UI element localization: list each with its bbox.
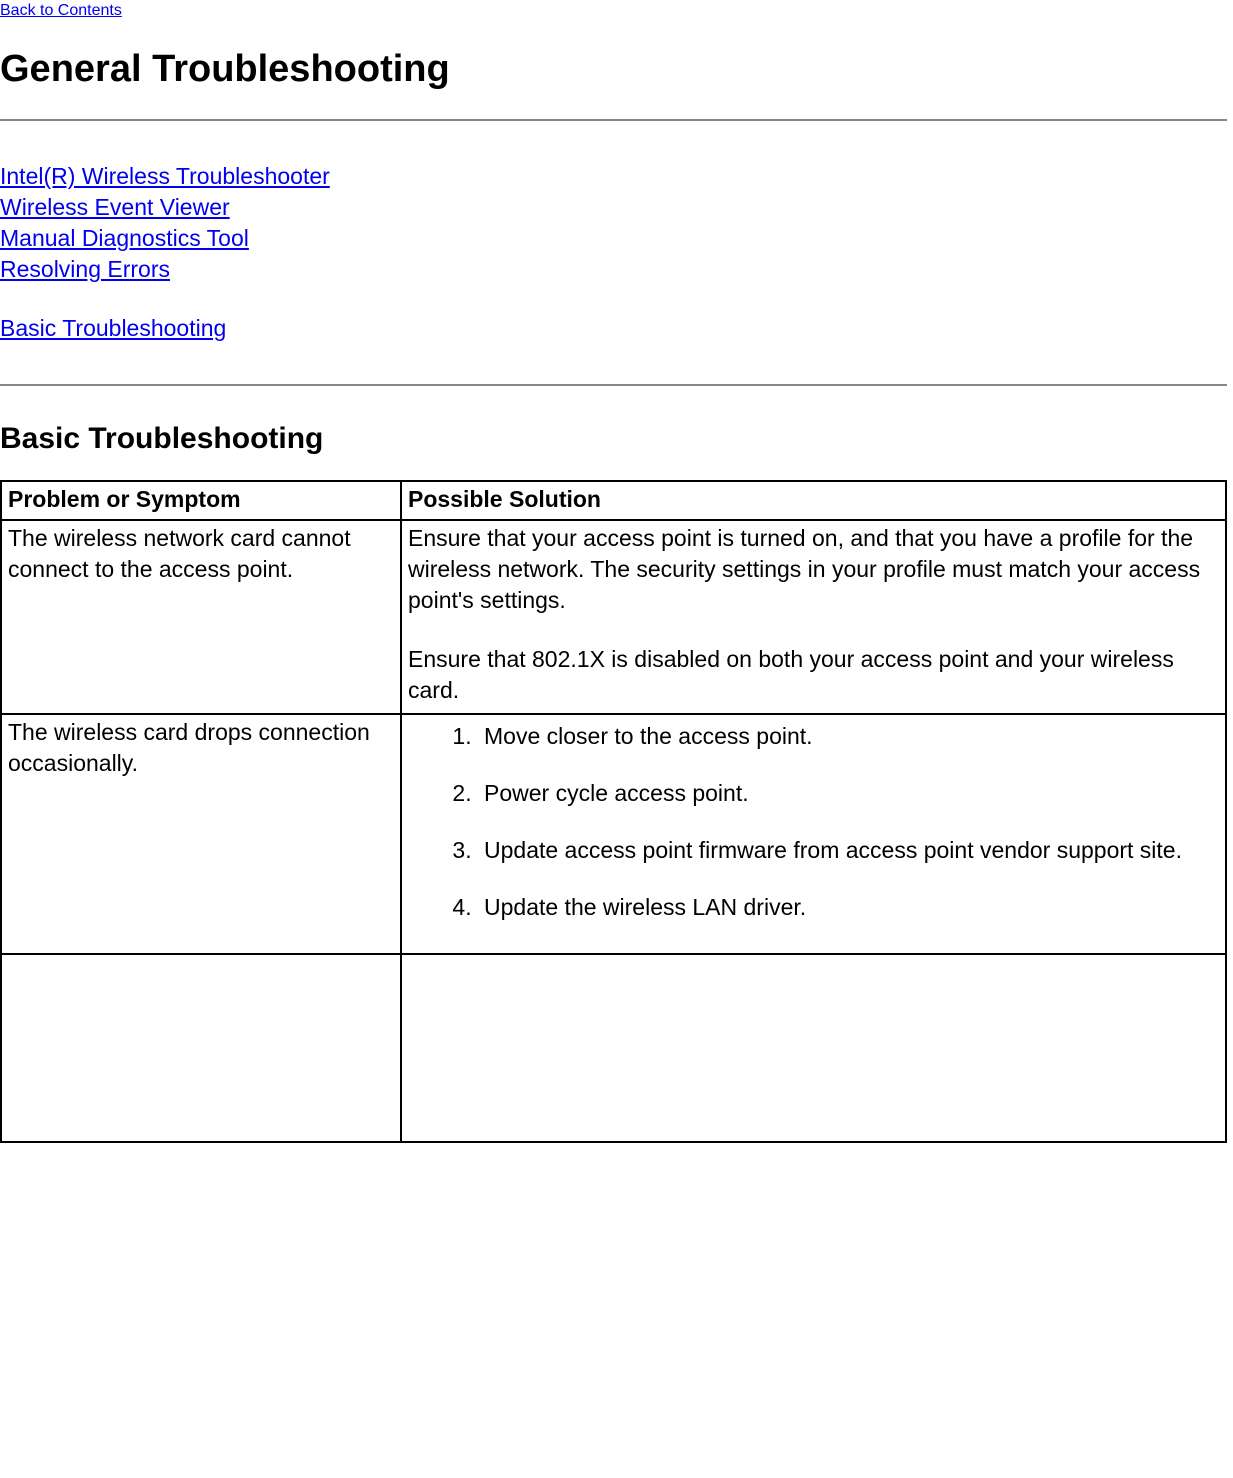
- divider: [0, 384, 1227, 386]
- table-row: The wireless network card cannot connect…: [1, 520, 1226, 713]
- problem-cell: The wireless network card cannot connect…: [1, 520, 401, 713]
- solution-text: Ensure that your access point is turned …: [408, 523, 1219, 616]
- toc-link-wireless-event-viewer[interactable]: Wireless Event Viewer: [0, 194, 230, 220]
- header-problem: Problem or Symptom: [1, 481, 401, 520]
- toc-link-manual-diagnostics[interactable]: Manual Diagnostics Tool: [0, 225, 249, 251]
- toc-link-basic-troubleshooting[interactable]: Basic Troubleshooting: [0, 315, 226, 341]
- list-item: Power cycle access point.: [478, 778, 1219, 809]
- table-header-row: Problem or Symptom Possible Solution: [1, 481, 1226, 520]
- header-solution: Possible Solution: [401, 481, 1226, 520]
- troubleshooting-table: Problem or Symptom Possible Solution The…: [0, 480, 1227, 1142]
- page-title: General Troubleshooting: [0, 48, 1227, 91]
- solution-steps: Move closer to the access point. Power c…: [408, 721, 1219, 923]
- problem-cell: [1, 954, 401, 1142]
- toc-link-wireless-troubleshooter[interactable]: Intel(R) Wireless Troubleshooter: [0, 163, 330, 189]
- problem-cell: The wireless card drops connection occas…: [1, 714, 401, 954]
- table-row: The wireless card drops connection occas…: [1, 714, 1226, 954]
- back-to-contents-link[interactable]: Back to Contents: [0, 2, 122, 19]
- toc-link-resolving-errors[interactable]: Resolving Errors: [0, 256, 170, 282]
- table-of-contents: Intel(R) Wireless Troubleshooter Wireles…: [0, 161, 1227, 344]
- divider: [0, 119, 1227, 121]
- section-title: Basic Troubleshooting: [0, 422, 1227, 456]
- solution-cell: Ensure that your access point is turned …: [401, 520, 1226, 713]
- table-row: [1, 954, 1226, 1142]
- solution-text: Ensure that 802.1X is disabled on both y…: [408, 644, 1219, 706]
- list-item: Update access point firmware from access…: [478, 835, 1219, 866]
- solution-cell: [401, 954, 1226, 1142]
- list-item: Update the wireless LAN driver.: [478, 892, 1219, 923]
- solution-cell: Move closer to the access point. Power c…: [401, 714, 1226, 954]
- list-item: Move closer to the access point.: [478, 721, 1219, 752]
